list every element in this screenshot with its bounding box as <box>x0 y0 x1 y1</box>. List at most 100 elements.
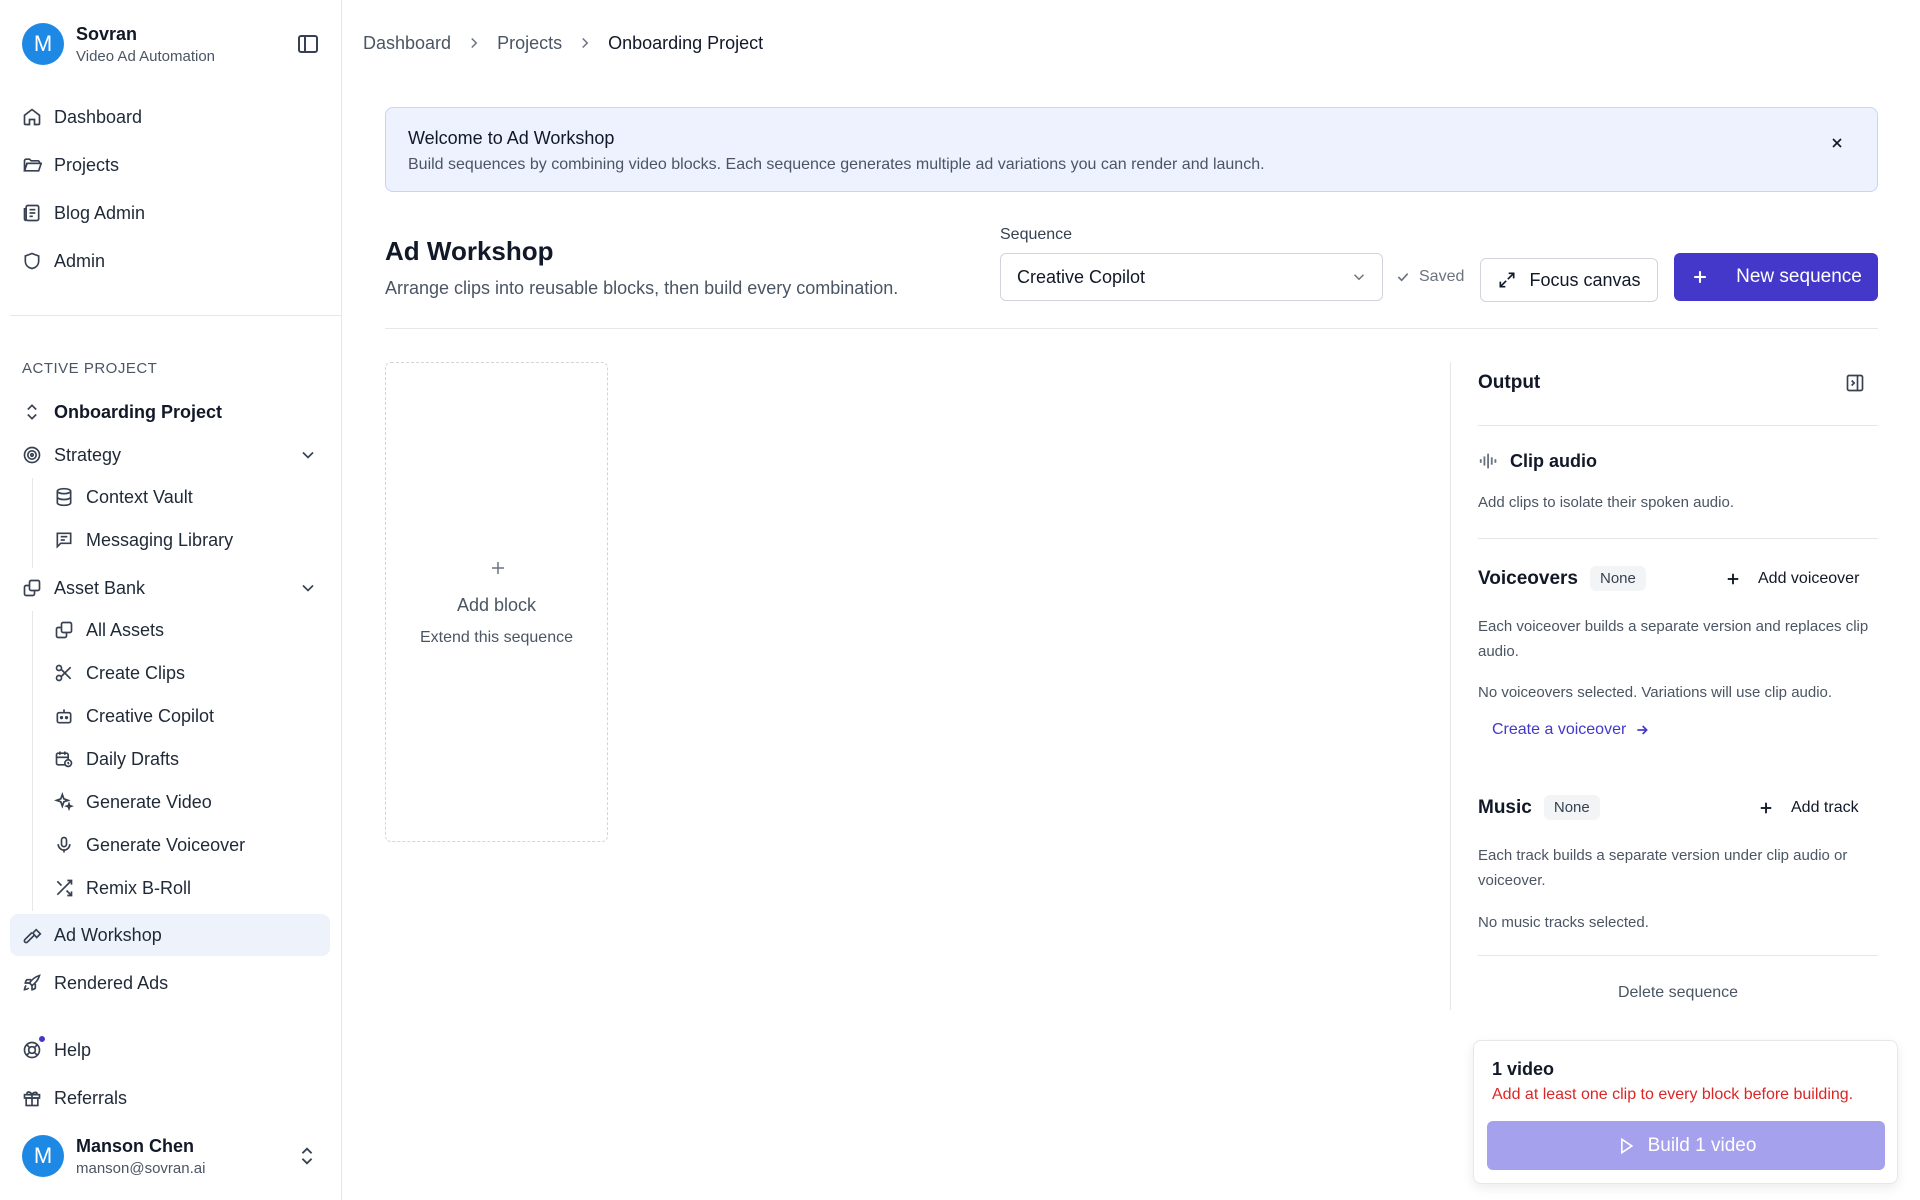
sparkles-icon <box>54 792 74 812</box>
sidebar-item-label: Context Vault <box>86 486 193 507</box>
sidebar-item-all-assets[interactable]: All Assets <box>44 609 330 651</box>
music-text: Each track builds a separate version und… <box>1478 847 1848 889</box>
folder-open-icon <box>22 155 42 175</box>
clip-audio-text: Add clips to isolate their spoken audio. <box>1478 494 1734 511</box>
sidebar-item-creative-copilot[interactable]: Creative Copilot <box>44 695 330 737</box>
build-error-text: Add at least one clip to every block bef… <box>1492 1086 1854 1103</box>
sidebar: M Sovran Video Ad Automation Dashboard P… <box>0 0 342 1200</box>
output-panel-divider <box>1450 362 1451 1010</box>
database-icon <box>54 487 74 507</box>
create-voiceover-label: Create a voiceover <box>1492 721 1627 738</box>
user-name: Manson Chen <box>76 1135 195 1156</box>
sidebar-item-label: Remix B-Roll <box>86 877 192 898</box>
sidebar-item-label: Admin <box>54 250 106 271</box>
workspace-switcher[interactable]: M Sovran Video Ad Automation <box>22 22 215 66</box>
sidebar-item-label: Ad Workshop <box>54 924 162 945</box>
chevron-down-icon <box>1350 268 1368 286</box>
shield-icon <box>22 251 42 271</box>
output-divider <box>1478 538 1878 539</box>
voiceovers-empty-text: No voiceovers selected. Variations will … <box>1478 684 1833 701</box>
breadcrumb-item-projects[interactable]: Projects <box>497 33 562 54</box>
sidebar-item-daily-drafts[interactable]: Daily Drafts <box>44 738 330 780</box>
new-sequence-button[interactable]: New sequence <box>1674 253 1878 301</box>
focus-canvas-label: Focus canvas <box>1529 269 1641 290</box>
sidebar-item-rendered-ads[interactable]: Rendered Ads <box>10 962 330 1004</box>
user-email: manson@sovran.ai <box>76 1159 206 1177</box>
plus-icon <box>1690 267 1710 287</box>
chevrons-up-down-icon <box>22 402 42 422</box>
sidebar-item-remix-b-roll[interactable]: Remix B-Roll <box>44 867 330 909</box>
sidebar-item-generate-video[interactable]: Generate Video <box>44 781 330 823</box>
sidebar-item-label: Help <box>54 1039 92 1060</box>
add-block-subtitle: Extend this sequence <box>420 629 573 646</box>
create-voiceover-link[interactable]: Create a voiceover <box>1492 721 1650 739</box>
sidebar-item-label: Dashboard <box>54 106 143 127</box>
copy-icon <box>22 578 42 598</box>
sidebar-item-label: Messaging Library <box>86 529 234 550</box>
sidebar-item-blog-admin[interactable]: Blog Admin <box>10 192 330 234</box>
sidebar-item-generate-voiceover[interactable]: Generate Voiceover <box>44 824 330 866</box>
sidebar-item-label: Creative Copilot <box>86 705 215 726</box>
sidebar-group-label: Strategy <box>54 444 122 465</box>
add-track-button[interactable]: Add track <box>1757 799 1859 817</box>
shuffle-icon <box>54 878 74 898</box>
sidebar-item-ad-workshop[interactable]: Ad Workshop <box>10 914 330 956</box>
sidebar-item-projects[interactable]: Projects <box>10 144 330 186</box>
chevrons-up-down-icon[interactable] <box>296 1145 318 1167</box>
sidebar-item-dashboard[interactable]: Dashboard <box>10 96 330 138</box>
sidebar-item-messaging-library[interactable]: Messaging Library <box>44 519 330 561</box>
mic-icon <box>54 835 74 855</box>
workspace-name: Sovran <box>76 23 138 44</box>
sidebar-item-admin[interactable]: Admin <box>10 240 330 282</box>
music-title: Music <box>1478 796 1532 818</box>
music-count-badge: None <box>1543 795 1600 820</box>
chevron-down-icon <box>298 445 318 465</box>
delete-sequence-button[interactable]: Delete sequence <box>1478 984 1878 1002</box>
sidebar-toggle-icon[interactable] <box>296 32 320 56</box>
sidebar-group-strategy[interactable]: Strategy <box>10 434 330 476</box>
voiceovers-count-badge: None <box>1589 566 1646 591</box>
saved-status: Saved <box>1395 268 1464 286</box>
add-track-label: Add track <box>1791 799 1859 816</box>
output-divider <box>1478 955 1878 956</box>
user-avatar: M <box>22 1135 64 1177</box>
sidebar-item-label: Rendered Ads <box>54 972 169 993</box>
banner-title: Welcome to Ad Workshop <box>408 128 615 148</box>
sidebar-item-label: Generate Video <box>86 791 212 812</box>
build-video-button[interactable]: Build 1 video <box>1487 1121 1885 1170</box>
tree-guide-line <box>32 611 33 911</box>
voiceovers-heading: Voiceovers None <box>1478 566 1646 591</box>
sidebar-item-label: All Assets <box>86 619 165 640</box>
sidebar-item-help[interactable]: Help <box>10 1029 330 1071</box>
breadcrumb: Dashboard Projects Onboarding Project <box>363 30 763 56</box>
workspace-subtitle: Video Ad Automation <box>76 47 215 65</box>
tree-guide-line <box>32 478 33 568</box>
close-icon[interactable] <box>1829 135 1845 151</box>
add-block-button[interactable]: Add block Extend this sequence <box>385 362 608 842</box>
sidebar-item-referrals[interactable]: Referrals <box>10 1077 330 1119</box>
music-empty-text: No music tracks selected. <box>1478 914 1649 931</box>
sidebar-group-asset-bank[interactable]: Asset Bank <box>10 567 330 609</box>
panel-collapse-icon[interactable] <box>1845 373 1865 393</box>
breadcrumb-item-dashboard[interactable]: Dashboard <box>363 33 451 54</box>
sidebar-item-create-clips[interactable]: Create Clips <box>44 652 330 694</box>
focus-canvas-button[interactable]: Focus canvas <box>1480 258 1658 302</box>
copy-icon <box>54 620 74 640</box>
build-video-label: Build 1 video <box>1647 1134 1757 1156</box>
project-switcher[interactable]: Onboarding Project <box>10 391 330 433</box>
music-heading: Music None <box>1478 795 1600 820</box>
rocket-icon <box>22 973 42 993</box>
add-block-label: Add block <box>456 595 537 615</box>
expand-icon <box>1497 270 1517 290</box>
saved-label: Saved <box>1419 268 1465 285</box>
sidebar-item-context-vault[interactable]: Context Vault <box>44 476 330 518</box>
gift-icon <box>22 1088 42 1108</box>
sequence-select[interactable]: Creative Copilot <box>1000 253 1383 301</box>
target-icon <box>22 445 42 465</box>
audio-waveform-icon <box>1478 450 1500 472</box>
new-sequence-label: New sequence <box>1736 266 1862 287</box>
output-title: Output <box>1478 372 1541 393</box>
add-voiceover-button[interactable]: Add voiceover <box>1724 570 1859 588</box>
user-menu[interactable]: M Manson Chen manson@sovran.ai <box>22 1134 205 1178</box>
plus-icon <box>489 559 507 577</box>
